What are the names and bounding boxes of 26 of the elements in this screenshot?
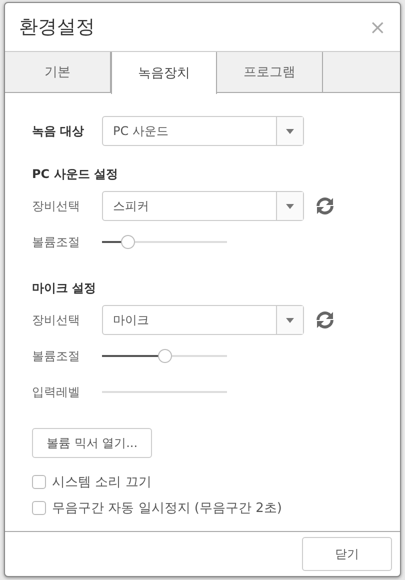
mixer-button[interactable]: 볼륨 믹서 열기... [32,428,152,458]
dropdown[interactable]: 스피커 [102,191,304,221]
section-heading: PC 사운드 설정 [32,166,119,183]
caret-icon [286,318,294,322]
window-title: 환경설정 [19,15,95,40]
refresh-icon[interactable] [314,309,336,331]
field-label: 입력레벨 [32,384,81,400]
checkbox-label: 무음구간 자동 일시정지 (무음구간 2초) [52,500,282,517]
section-heading: 마이크 설정 [32,280,98,297]
field-label: 볼륨조절 [32,348,81,364]
caret-icon [286,128,294,134]
dropdown[interactable]: 마이크 [102,305,304,335]
field-label: 장비선택 [32,312,81,328]
checkbox[interactable] [32,501,46,515]
field-label: 볼륨조절 [32,234,81,250]
field-label: 장비선택 [32,198,81,214]
close-dialog-button[interactable]: 닫기 [302,537,392,571]
checkbox-label: 시스템 소리 끄기 [52,474,152,491]
slider-thumb[interactable] [158,349,172,363]
tab[interactable]: 녹음장치 [111,52,217,94]
refresh-icon[interactable] [314,195,336,217]
field-label: 녹음 대상 [32,122,86,140]
checkbox[interactable] [32,475,46,489]
caret-icon [286,204,294,208]
slider-thumb[interactable] [121,235,136,249]
dropdown[interactable]: PC 사운드 [102,116,304,146]
